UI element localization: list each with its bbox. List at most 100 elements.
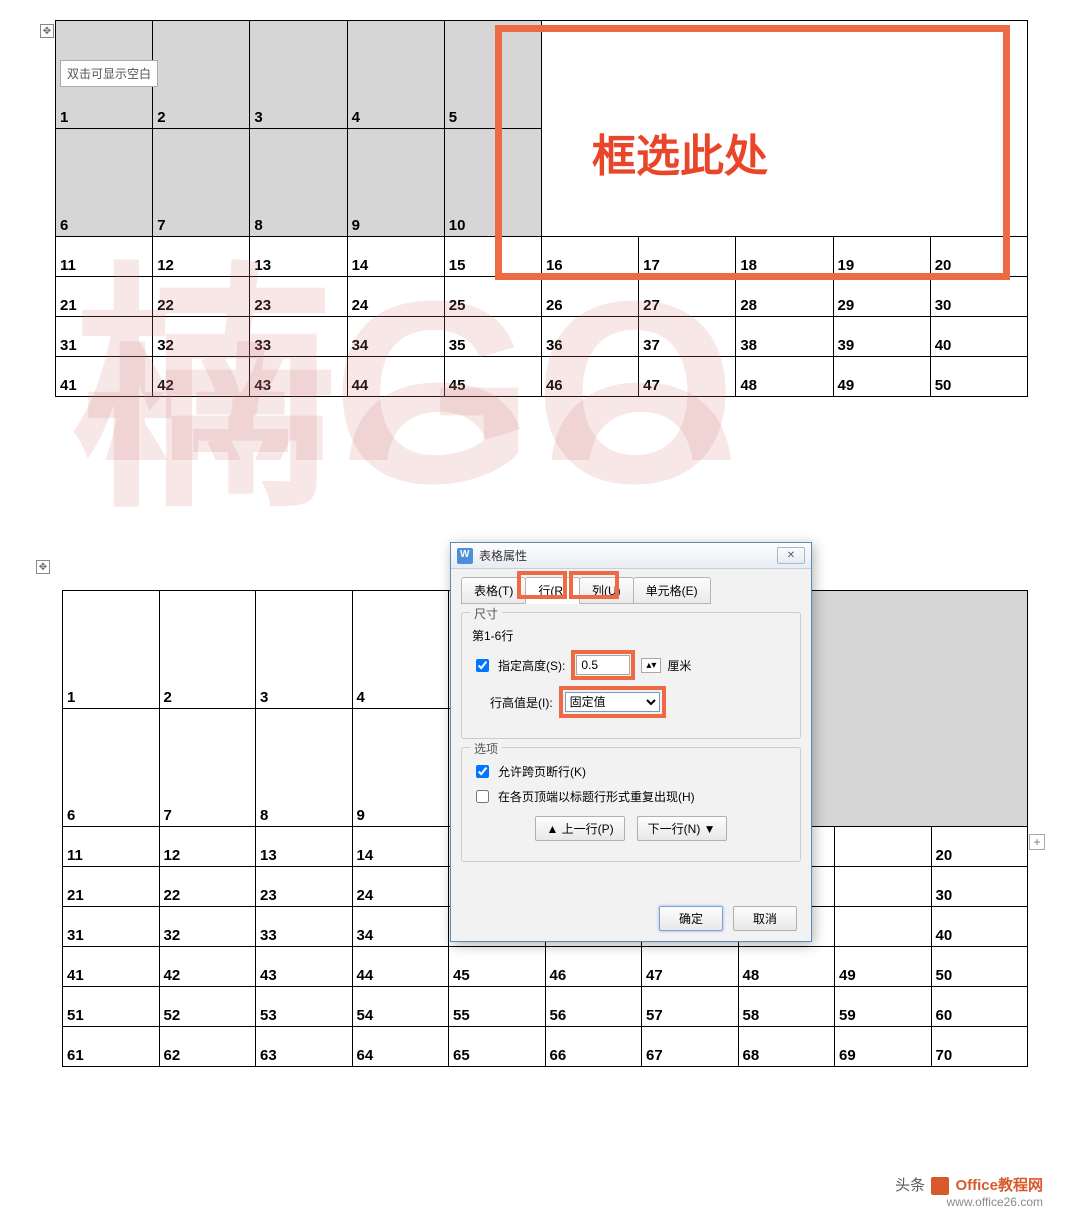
repeat-header-checkbox[interactable] [476,790,489,803]
table-cell[interactable]: 12 [153,237,250,277]
table-cell[interactable]: 57 [642,987,739,1027]
table-cell[interactable]: 47 [642,947,739,987]
table-cell[interactable]: 60 [931,987,1028,1027]
table-cell[interactable]: 49 [835,947,932,987]
table-cell[interactable]: 40 [930,317,1027,357]
table-cell[interactable]: 48 [738,947,835,987]
table-cell[interactable]: 13 [256,827,353,867]
table-cell[interactable]: 12 [159,827,256,867]
table-cell[interactable]: 68 [738,1027,835,1067]
table-cell[interactable]: 14 [352,827,449,867]
table-cell[interactable]: 24 [352,867,449,907]
table-cell[interactable]: 9 [347,129,444,237]
table-cell[interactable]: 47 [639,357,736,397]
table-cell[interactable]: 41 [63,947,160,987]
table-cell[interactable]: 42 [159,947,256,987]
table-cell[interactable]: 27 [639,277,736,317]
table-cell[interactable]: 64 [352,1027,449,1067]
table-cell[interactable]: 25 [444,277,541,317]
table-cell[interactable]: 44 [352,947,449,987]
table-cell[interactable]: 50 [930,357,1027,397]
table-cell[interactable]: 70 [931,1027,1028,1067]
table-cell[interactable]: 29 [833,277,930,317]
table-cell[interactable]: 6 [56,129,153,237]
tab-cell[interactable]: 单元格(E) [633,577,711,604]
height-spinner-icon[interactable]: ▴▾ [641,658,661,673]
cancel-button[interactable]: 取消 [733,906,797,931]
table-cell[interactable]: 66 [545,1027,642,1067]
table-cell[interactable]: 13 [250,237,347,277]
table-cell[interactable]: 50 [931,947,1028,987]
table-cell[interactable]: 45 [449,947,546,987]
table-cell[interactable]: 23 [250,277,347,317]
table-cell[interactable]: 35 [444,317,541,357]
table-cell[interactable]: 11 [63,827,160,867]
next-row-button[interactable]: 下一行(N) ▼ [637,816,727,841]
table-cell[interactable]: 14 [347,237,444,277]
table-cell[interactable] [835,867,932,907]
table-cell[interactable]: 28 [736,277,833,317]
allow-break-checkbox[interactable] [476,765,489,778]
table-cell[interactable]: 31 [63,907,160,947]
table-cell[interactable]: 30 [930,277,1027,317]
table-cell[interactable]: 61 [63,1027,160,1067]
table-cell[interactable]: 40 [931,907,1028,947]
table-cell[interactable]: 63 [256,1027,353,1067]
table-cell[interactable]: 34 [352,907,449,947]
table-cell[interactable]: 51 [63,987,160,1027]
table-cell[interactable]: 1 [63,591,160,709]
table-cell[interactable]: 44 [347,357,444,397]
table-cell[interactable]: 39 [833,317,930,357]
table-cell[interactable]: 11 [56,237,153,277]
height-input[interactable] [576,655,630,675]
table-cell[interactable] [835,827,932,867]
table-cell[interactable]: 22 [159,867,256,907]
table-cell[interactable]: 67 [642,1027,739,1067]
table-cell[interactable]: 58 [738,987,835,1027]
ok-button[interactable]: 确定 [659,906,723,931]
table-cell[interactable]: 65 [449,1027,546,1067]
table-cell[interactable]: 49 [833,357,930,397]
table-cell[interactable] [835,907,932,947]
table-move-handle[interactable]: ✥ [40,24,54,38]
table-cell[interactable]: 62 [159,1027,256,1067]
table-move-handle[interactable]: ✥ [36,560,50,574]
table-cell[interactable]: 4 [347,21,444,129]
table-cell[interactable]: 33 [250,317,347,357]
table-cell[interactable]: 21 [56,277,153,317]
table-cell[interactable]: 24 [347,277,444,317]
table-cell[interactable]: 45 [444,357,541,397]
table-cell[interactable]: 20 [931,827,1028,867]
table-cell[interactable]: 8 [250,129,347,237]
table-cell[interactable]: 8 [256,709,353,827]
table-cell[interactable]: 3 [256,591,353,709]
table-cell[interactable]: 36 [541,317,638,357]
table-cell[interactable]: 21 [63,867,160,907]
prev-row-button[interactable]: ▲ 上一行(P) [535,816,624,841]
table-cell[interactable]: 48 [736,357,833,397]
table-cell[interactable]: 7 [159,709,256,827]
table-cell[interactable]: 42 [153,357,250,397]
table-cell[interactable]: 7 [153,129,250,237]
table-cell[interactable]: 54 [352,987,449,1027]
table-cell[interactable]: 46 [545,947,642,987]
table-cell[interactable]: 53 [256,987,353,1027]
table-cell[interactable]: 3 [250,21,347,129]
table-cell[interactable]: 43 [256,947,353,987]
table-cell[interactable]: 2 [153,21,250,129]
table-cell[interactable]: 59 [835,987,932,1027]
table-add-col-handle[interactable]: + [1029,834,1045,850]
table-cell[interactable]: 33 [256,907,353,947]
table-cell[interactable]: 32 [153,317,250,357]
table-cell[interactable]: 52 [159,987,256,1027]
table-cell[interactable]: 31 [56,317,153,357]
table-cell[interactable]: 9 [352,709,449,827]
table-cell[interactable]: 2 [159,591,256,709]
table-cell[interactable]: 46 [541,357,638,397]
table-cell[interactable]: 6 [63,709,160,827]
table-cell[interactable]: 37 [639,317,736,357]
table-cell[interactable]: 23 [256,867,353,907]
table-cell[interactable]: 34 [347,317,444,357]
table-cell[interactable]: 22 [153,277,250,317]
table-cell[interactable]: 38 [736,317,833,357]
